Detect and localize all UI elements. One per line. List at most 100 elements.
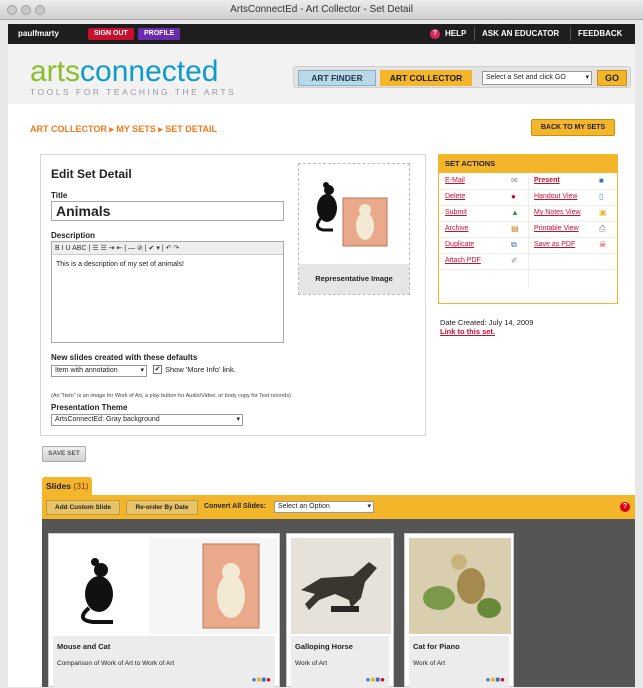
paperclip-icon: ✐ (511, 256, 518, 265)
presentation-theme-value: ArtsConnectEd: Gray background (55, 416, 160, 423)
slides-area: Mouse and Cat Comparison of Work of Art … (42, 519, 635, 688)
slide-title: Mouse and Cat (57, 642, 111, 651)
representative-image-box[interactable]: Representative Image (298, 163, 410, 295)
present-action[interactable]: Present (534, 173, 560, 189)
description-editor[interactable]: B I U ABC | ☰ ☰ ⇥ ⇤ | — ⊘ | ✔ ▾ | ↶ ↷ Th… (51, 241, 284, 343)
convert-select[interactable]: Select an Option ▾ (274, 501, 374, 513)
slide-title: Galloping Horse (295, 642, 353, 651)
slide-card[interactable]: Galloping Horse Work of Art ●■■● (286, 533, 394, 688)
defaults-label: New slides created with these defaults (51, 353, 198, 362)
divider (528, 173, 529, 287)
edit-set-panel: Edit Set Detail Title Animals Descriptio… (40, 154, 426, 436)
set-select-value: Select a Set and click GO (486, 74, 566, 81)
set-actions-header: SET ACTIONS (439, 155, 617, 173)
convert-all-label: Convert All Slides: (204, 503, 266, 510)
convert-select-value: Select an Option (278, 503, 330, 510)
feedback-link[interactable]: FEEDBACK (578, 29, 622, 38)
pdf-icon: ☠ (599, 240, 607, 249)
presentation-theme-label: Presentation Theme (51, 403, 128, 412)
back-to-my-sets-button[interactable]: BACK TO MY SETS (531, 119, 615, 136)
chevron-down-icon: ▾ (367, 503, 371, 510)
art-collector-button[interactable]: ART COLLECTOR (380, 70, 472, 86)
archive-action[interactable]: Archive (445, 221, 468, 237)
window-title: ArtsConnectEd - Art Collector - Set Deta… (230, 4, 413, 15)
reorder-by-date-button[interactable]: Re-order By Date (126, 500, 198, 515)
slide-title: Cat for Piano (413, 642, 460, 651)
divider (474, 27, 475, 41)
slides-tab-label: Slides (46, 481, 72, 491)
tab-slides[interactable]: Slides (31) (42, 477, 92, 495)
tagline: TOOLS FOR TEACHING THE ARTS (30, 87, 237, 97)
slide-tools-icon[interactable]: ●■■● (486, 675, 505, 684)
site-header: artsconnected TOOLS FOR TEACHING THE ART… (8, 44, 635, 104)
item-note: (An "Item" is an image for Work of Art, … (51, 393, 291, 399)
help-link[interactable]: HELP (445, 29, 466, 38)
link-to-set[interactable]: Link to this set. (440, 327, 495, 336)
profile-button[interactable]: PROFILE (138, 28, 181, 40)
present-icon: ■ (599, 176, 604, 185)
editor-toolbar[interactable]: B I U ABC | ☰ ☰ ⇥ ⇤ | — ⊘ | ✔ ▾ | ↶ ↷ (52, 242, 283, 255)
presentation-theme-select[interactable]: ArtsConnectEd: Gray background ▾ (51, 414, 243, 426)
set-select[interactable]: Select a Set and click GO ▾ (482, 71, 592, 85)
breadcrumb[interactable]: ART COLLECTOR ▸ MY SETS ▸ SET DETAIL (30, 124, 217, 135)
duplicate-icon: ⧉ (511, 240, 517, 249)
attach-pdf-action[interactable]: Attach PDF (445, 253, 481, 269)
add-custom-slide-button[interactable]: Add Custom Slide (46, 500, 120, 515)
sign-out-button[interactable]: SIGN OUT (88, 28, 134, 40)
email-action[interactable]: E-Mail (445, 173, 465, 189)
document-icon: ▯ (599, 192, 604, 201)
logo-part-arts: arts (30, 55, 81, 88)
printer-icon: ⎙ (599, 224, 606, 233)
set-actions-panel: SET ACTIONS E-Mail ✉ Delete ● Submit ▲ A… (438, 154, 618, 304)
save-set-button[interactable]: SAVE SET (42, 446, 86, 462)
archive-icon: ▤ (511, 224, 519, 233)
user-bar: paulfmarty SIGN OUT PROFILE ? HELP ASK A… (8, 24, 635, 44)
submit-action[interactable]: Submit (445, 205, 467, 221)
chevron-down-icon: ▾ (236, 416, 240, 423)
chevron-down-icon: ▾ (585, 74, 589, 81)
description-text[interactable]: This is a description of my set of anima… (52, 255, 283, 274)
slide-default-value: Item with annotation (55, 367, 118, 374)
submit-icon: ▲ (511, 208, 519, 217)
slide-meta: Cat for Piano Work of Art ●■■● (409, 636, 509, 688)
show-more-info-checkbox[interactable]: ✔ (153, 365, 162, 374)
my-notes-view-action[interactable]: My Notes View (534, 205, 581, 221)
slide-card[interactable]: Cat for Piano Work of Art ●■■● (404, 533, 514, 688)
slides-toolbar: Add Custom Slide Re-order By Date Conver… (42, 495, 635, 519)
handout-view-action[interactable]: Handout View (534, 189, 577, 205)
artsconnected-logo[interactable]: artsconnected (30, 55, 219, 88)
main-nav: ART FINDER ART COLLECTOR Select a Set an… (293, 66, 631, 88)
panel-title: Edit Set Detail (51, 167, 132, 181)
duplicate-action[interactable]: Duplicate (445, 237, 474, 253)
show-more-info-label: Show 'More Info' link. (165, 365, 236, 374)
representative-image (299, 164, 409, 264)
slides-count: (31) (73, 481, 89, 491)
slide-description: Work of Art (413, 660, 446, 667)
date-created: Date Created: July 14, 2009 (440, 318, 534, 327)
slide-image (53, 538, 277, 634)
slide-image (409, 538, 511, 634)
title-input[interactable]: Animals (51, 201, 284, 221)
slide-description: Work of Art (295, 660, 328, 667)
printable-view-action[interactable]: Printable View (534, 221, 579, 237)
divider (570, 27, 571, 41)
slide-default-select[interactable]: Item with annotation ▾ (51, 365, 147, 377)
delete-action[interactable]: Delete (445, 189, 465, 205)
slide-tools-icon[interactable]: ●■■● (366, 675, 385, 684)
help-icon[interactable]: ? (620, 502, 630, 512)
go-button[interactable]: GO (597, 70, 627, 86)
art-finder-button[interactable]: ART FINDER (298, 70, 376, 86)
envelope-icon: ✉ (511, 176, 518, 185)
slide-meta: Galloping Horse Work of Art ●■■● (291, 636, 389, 688)
slide-card[interactable]: Mouse and Cat Comparison of Work of Art … (48, 533, 280, 688)
ask-educator-link[interactable]: ASK AN EDUCATOR (482, 29, 559, 38)
slide-tools-icon[interactable]: ●■■● (252, 675, 271, 684)
main-content: ART COLLECTOR ▸ MY SETS ▸ SET DETAIL BAC… (8, 104, 635, 688)
slide-description: Comparison of Work of Art to Work of Art (57, 660, 175, 667)
slide-image (291, 538, 391, 634)
username: paulfmarty (18, 29, 59, 38)
help-icon[interactable]: ? (430, 29, 440, 39)
chevron-down-icon: ▾ (140, 367, 144, 374)
logo-part-connected: connected (80, 55, 219, 88)
save-as-pdf-action[interactable]: Save as PDF (534, 237, 575, 253)
